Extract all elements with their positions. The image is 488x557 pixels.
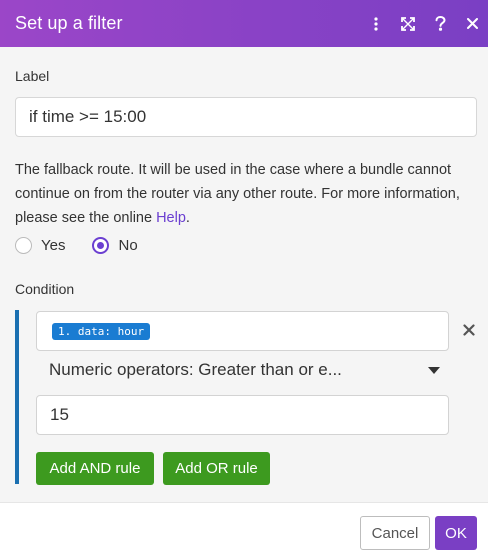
radio-yes-circle[interactable] (15, 237, 32, 254)
operand-pill[interactable]: 1. data: hour (52, 323, 151, 340)
fallback-description: The fallback route. It will be used in t… (15, 158, 480, 230)
fallback-radio-group: Yes No (15, 237, 165, 254)
description-end: . (185, 210, 190, 226)
operator-select[interactable]: Numeric operators: Greater than or e... (36, 351, 449, 389)
operator-value: Numeric operators: Greater than or e... (49, 360, 342, 379)
expand-icon[interactable] (392, 0, 424, 47)
more-vertical-icon[interactable] (360, 0, 392, 47)
condition-block: 1. data: hour Numeric operators: Greater… (15, 310, 475, 485)
radio-no-label: No (118, 237, 138, 254)
dialog-body: Label The fallback route. It will be use… (0, 47, 488, 502)
radio-no[interactable]: No (92, 237, 138, 254)
ok-button[interactable]: OK (435, 516, 477, 550)
label-title: Label (15, 68, 50, 84)
radio-yes[interactable]: Yes (15, 237, 65, 254)
add-or-rule-button[interactable]: Add OR rule (163, 452, 270, 485)
value-field[interactable] (36, 395, 449, 435)
value-input[interactable] (37, 396, 448, 434)
operand-field[interactable]: 1. data: hour (36, 311, 449, 351)
help-link[interactable]: Help (156, 210, 186, 226)
dialog-title: Set up a filter (15, 13, 123, 33)
condition-title: Condition (15, 281, 75, 297)
dialog-header: Set up a filter (0, 0, 488, 47)
radio-no-circle[interactable] (92, 237, 110, 254)
remove-icon[interactable] (461, 322, 477, 338)
caret-down-icon (419, 366, 449, 374)
cancel-button[interactable]: Cancel (360, 516, 430, 550)
close-icon[interactable] (456, 0, 488, 47)
help-icon[interactable] (424, 0, 456, 47)
add-and-rule-button[interactable]: Add AND rule (36, 452, 154, 485)
description-text: The fallback route. It will be used in t… (15, 162, 460, 226)
dialog-footer: Cancel OK (0, 502, 488, 557)
label-input[interactable] (15, 97, 477, 137)
radio-yes-label: Yes (41, 237, 66, 254)
